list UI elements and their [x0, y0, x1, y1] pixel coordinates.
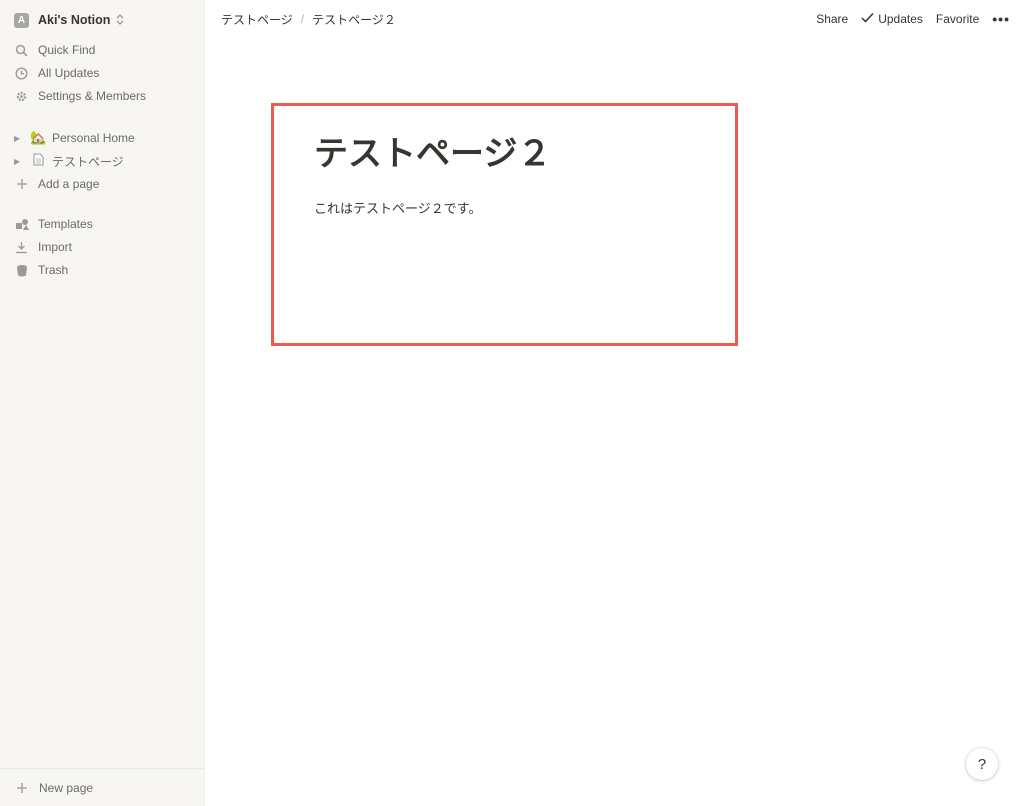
sidebar-item-templates[interactable]: Templates: [14, 214, 93, 234]
document-icon: [30, 153, 46, 169]
sidebar-item-import[interactable]: Import: [14, 237, 72, 257]
share-button[interactable]: Share: [816, 12, 848, 26]
add-page-label: Add a page: [38, 177, 100, 191]
sidebar-item-trash[interactable]: Trash: [14, 260, 68, 280]
favorite-button[interactable]: Favorite: [936, 12, 979, 26]
expand-arrow-icon[interactable]: ▶: [14, 157, 24, 166]
sidebar-item-label: Trash: [38, 263, 69, 277]
workspace-avatar: A: [14, 12, 29, 28]
page-title[interactable]: テストページ２: [314, 132, 551, 176]
breadcrumb: テストページ / テストページ２: [221, 11, 396, 28]
chevron-updown-icon: [116, 13, 124, 27]
expand-arrow-icon[interactable]: ▶: [14, 134, 24, 143]
search-icon: [14, 44, 29, 57]
breadcrumb-separator: /: [300, 12, 305, 26]
new-page-button[interactable]: New page: [0, 768, 205, 806]
sidebar-page-personal-home[interactable]: ▶ 🏡 Personal Home: [12, 128, 135, 148]
help-button[interactable]: ?: [966, 748, 998, 780]
workspace-name: Aki's Notion: [38, 13, 111, 27]
sidebar-item-quick-find[interactable]: Quick Find: [14, 40, 95, 60]
gear-icon: [14, 90, 29, 103]
sidebar-page-label: テストページ: [52, 154, 124, 169]
sidebar-page-test-page[interactable]: ▶ テストページ: [12, 151, 124, 171]
plus-icon: [14, 178, 29, 190]
updates-button[interactable]: Updates: [861, 12, 923, 26]
breadcrumb-item[interactable]: テストページ２: [312, 11, 396, 28]
trash-icon: [14, 264, 29, 277]
sidebar-item-all-updates[interactable]: All Updates: [14, 63, 99, 83]
add-page-button[interactable]: Add a page: [14, 174, 99, 194]
sidebar-item-settings[interactable]: Settings & Members: [14, 86, 146, 106]
sidebar-page-label: Personal Home: [52, 131, 135, 145]
sidebar-item-label: Quick Find: [38, 43, 96, 57]
sidebar-item-label: Import: [38, 240, 73, 254]
new-page-label: New page: [39, 780, 94, 795]
sidebar-item-label: Settings & Members: [38, 89, 147, 103]
workspace-switcher[interactable]: A Aki's Notion: [14, 11, 124, 29]
house-icon: 🏡: [30, 130, 47, 145]
page-actions: Share Updates Favorite •••: [816, 11, 1010, 27]
sidebar-item-label: Templates: [38, 217, 93, 231]
sidebar-item-label: All Updates: [38, 66, 100, 80]
topbar: テストページ / テストページ２ Share Updates Favorite …: [205, 0, 1024, 38]
checkmark-icon: [861, 12, 874, 26]
page-body-text[interactable]: これはテストページ２です。: [314, 199, 481, 219]
plus-icon: [14, 782, 29, 794]
updates-label: Updates: [878, 12, 923, 26]
clock-icon: [14, 66, 29, 80]
sidebar: A Aki's Notion Quick Find All Updates Se…: [0, 0, 205, 806]
more-options-icon[interactable]: •••: [992, 11, 1010, 27]
templates-icon: [14, 218, 29, 231]
breadcrumb-item[interactable]: テストページ: [221, 11, 293, 28]
import-icon: [14, 241, 29, 254]
